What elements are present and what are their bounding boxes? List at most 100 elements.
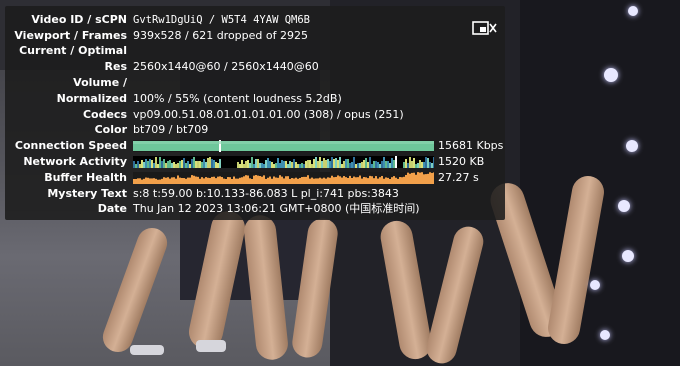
- network-activity-mark: [279, 163, 281, 168]
- network-activity-mark: [349, 163, 351, 168]
- buffer-health-mark: [137, 178, 139, 184]
- network-activity-mark: [261, 163, 263, 168]
- buffer-health-mark: [289, 178, 291, 184]
- network-activity-mark: [151, 160, 153, 168]
- network-activity-mark: [375, 161, 377, 168]
- network-activity-mark: [367, 162, 369, 168]
- network-activity-mark: [311, 164, 313, 168]
- buffer-health-mark: [191, 175, 193, 184]
- network-activity-mark: [201, 162, 203, 168]
- network-activity-mark: [289, 161, 291, 168]
- network-activity-mark: [421, 162, 423, 168]
- row-network-activity: Network Activity 1520 KB: [5, 154, 505, 170]
- network-activity-mark: [327, 159, 329, 168]
- row-current-optimal: Current / Optimal: [5, 43, 505, 59]
- network-activity-mark: [159, 157, 161, 168]
- buffer-health-mark: [199, 178, 201, 184]
- row-value: vp09.00.51.08.01.01.01.01.00 (308) / opu…: [133, 108, 404, 121]
- buffer-health-mark: [411, 172, 413, 184]
- network-activity-mark: [273, 164, 275, 168]
- network-activity-mark: [163, 159, 165, 168]
- row-label: Viewport / Frames: [14, 29, 127, 42]
- row-label: Mystery Text: [47, 187, 127, 200]
- buffer-health-mark: [255, 175, 257, 184]
- row-connection-speed: Connection Speed 15681 Kbps: [5, 138, 505, 154]
- network-activity-mark: [185, 163, 187, 168]
- buffer-health-mark: [239, 177, 241, 184]
- network-activity-mark: [303, 164, 305, 168]
- buffer-health-mark: [393, 176, 395, 184]
- buffer-health-mark: [381, 175, 383, 184]
- row-value: 2560x1440@60 / 2560x1440@60: [133, 60, 319, 73]
- network-activity-mark: [425, 157, 427, 168]
- buffer-health-mark: [259, 175, 261, 184]
- network-activity-mark: [343, 161, 345, 168]
- row-value: 939x528 / 621 dropped of 2925: [133, 29, 308, 42]
- buffer-health-mark: [421, 172, 423, 184]
- network-activity-mark: [377, 162, 379, 168]
- buffer-health-mark: [265, 178, 267, 184]
- buffer-health-mark: [301, 177, 303, 184]
- network-activity-mark: [171, 163, 173, 168]
- row-label: Connection Speed: [14, 139, 127, 152]
- buffer-health-mark: [219, 176, 221, 184]
- buffer-health-mark: [419, 172, 421, 184]
- buffer-health-mark: [325, 178, 327, 184]
- network-activity-mark: [277, 158, 279, 168]
- buffer-health-mark: [257, 175, 259, 184]
- buffer-health-value: 27.27 s: [438, 171, 479, 184]
- buffer-health-mark: [163, 177, 165, 184]
- buffer-health-mark: [349, 175, 351, 184]
- network-activity-mark: [381, 161, 383, 168]
- buffer-health-mark: [145, 177, 147, 184]
- network-activity-mark: [187, 161, 189, 168]
- buffer-health-mark: [217, 176, 219, 184]
- buffer-health-mark: [361, 178, 363, 184]
- network-activity-mark: [319, 157, 321, 168]
- network-activity-mark: [173, 162, 175, 168]
- buffer-health-mark: [159, 179, 161, 184]
- buffer-health-mark: [293, 178, 295, 184]
- buffer-health-mark: [213, 176, 215, 184]
- buffer-health-mark: [169, 178, 171, 184]
- network-activity-mark: [237, 162, 239, 168]
- network-activity-mark: [395, 156, 397, 168]
- stats-for-nerds-panel: Video ID / sCPN GvtRw1DgUiQ / W5T4 4YAW …: [5, 6, 505, 220]
- network-activity-mark: [335, 158, 337, 168]
- network-activity-mark: [365, 158, 367, 168]
- network-activity-mark: [317, 161, 319, 168]
- network-activity-mark: [161, 161, 163, 168]
- buffer-health-mark: [201, 177, 203, 184]
- network-activity-mark: [175, 164, 177, 168]
- buffer-health-mark: [203, 178, 205, 184]
- buffer-health-mark: [401, 177, 403, 184]
- network-activity-mark: [415, 164, 417, 168]
- buffer-health-mark: [341, 177, 343, 184]
- buffer-health-mark: [295, 177, 297, 184]
- buffer-health-mark: [173, 177, 175, 184]
- buffer-health-mark: [405, 174, 407, 184]
- network-activity-mark: [403, 162, 405, 168]
- network-activity-mark: [315, 157, 317, 168]
- network-activity-mark: [211, 159, 213, 168]
- network-activity-mark: [207, 158, 209, 168]
- buffer-health-mark: [167, 177, 169, 184]
- network-activity-mark: [139, 164, 141, 168]
- network-activity-mark: [393, 160, 395, 168]
- network-activity-mark: [251, 157, 253, 168]
- buffer-health-mark: [319, 177, 321, 184]
- buffer-health-mark: [377, 178, 379, 184]
- network-activity-mark: [199, 161, 201, 168]
- network-activity-mark: [181, 160, 183, 168]
- buffer-health-mark: [187, 177, 189, 184]
- row-label: Video ID / sCPN: [31, 13, 127, 26]
- network-activity-mark: [383, 157, 385, 168]
- network-activity-mark: [145, 159, 147, 168]
- network-activity-mark: [359, 163, 361, 168]
- buffer-health-mark: [177, 175, 179, 184]
- network-activity-mark: [325, 160, 327, 168]
- row-value: bt709 / bt709: [133, 123, 209, 136]
- network-activity-mark: [297, 164, 299, 168]
- buffer-health-mark: [249, 178, 251, 184]
- buffer-health-mark: [149, 178, 151, 184]
